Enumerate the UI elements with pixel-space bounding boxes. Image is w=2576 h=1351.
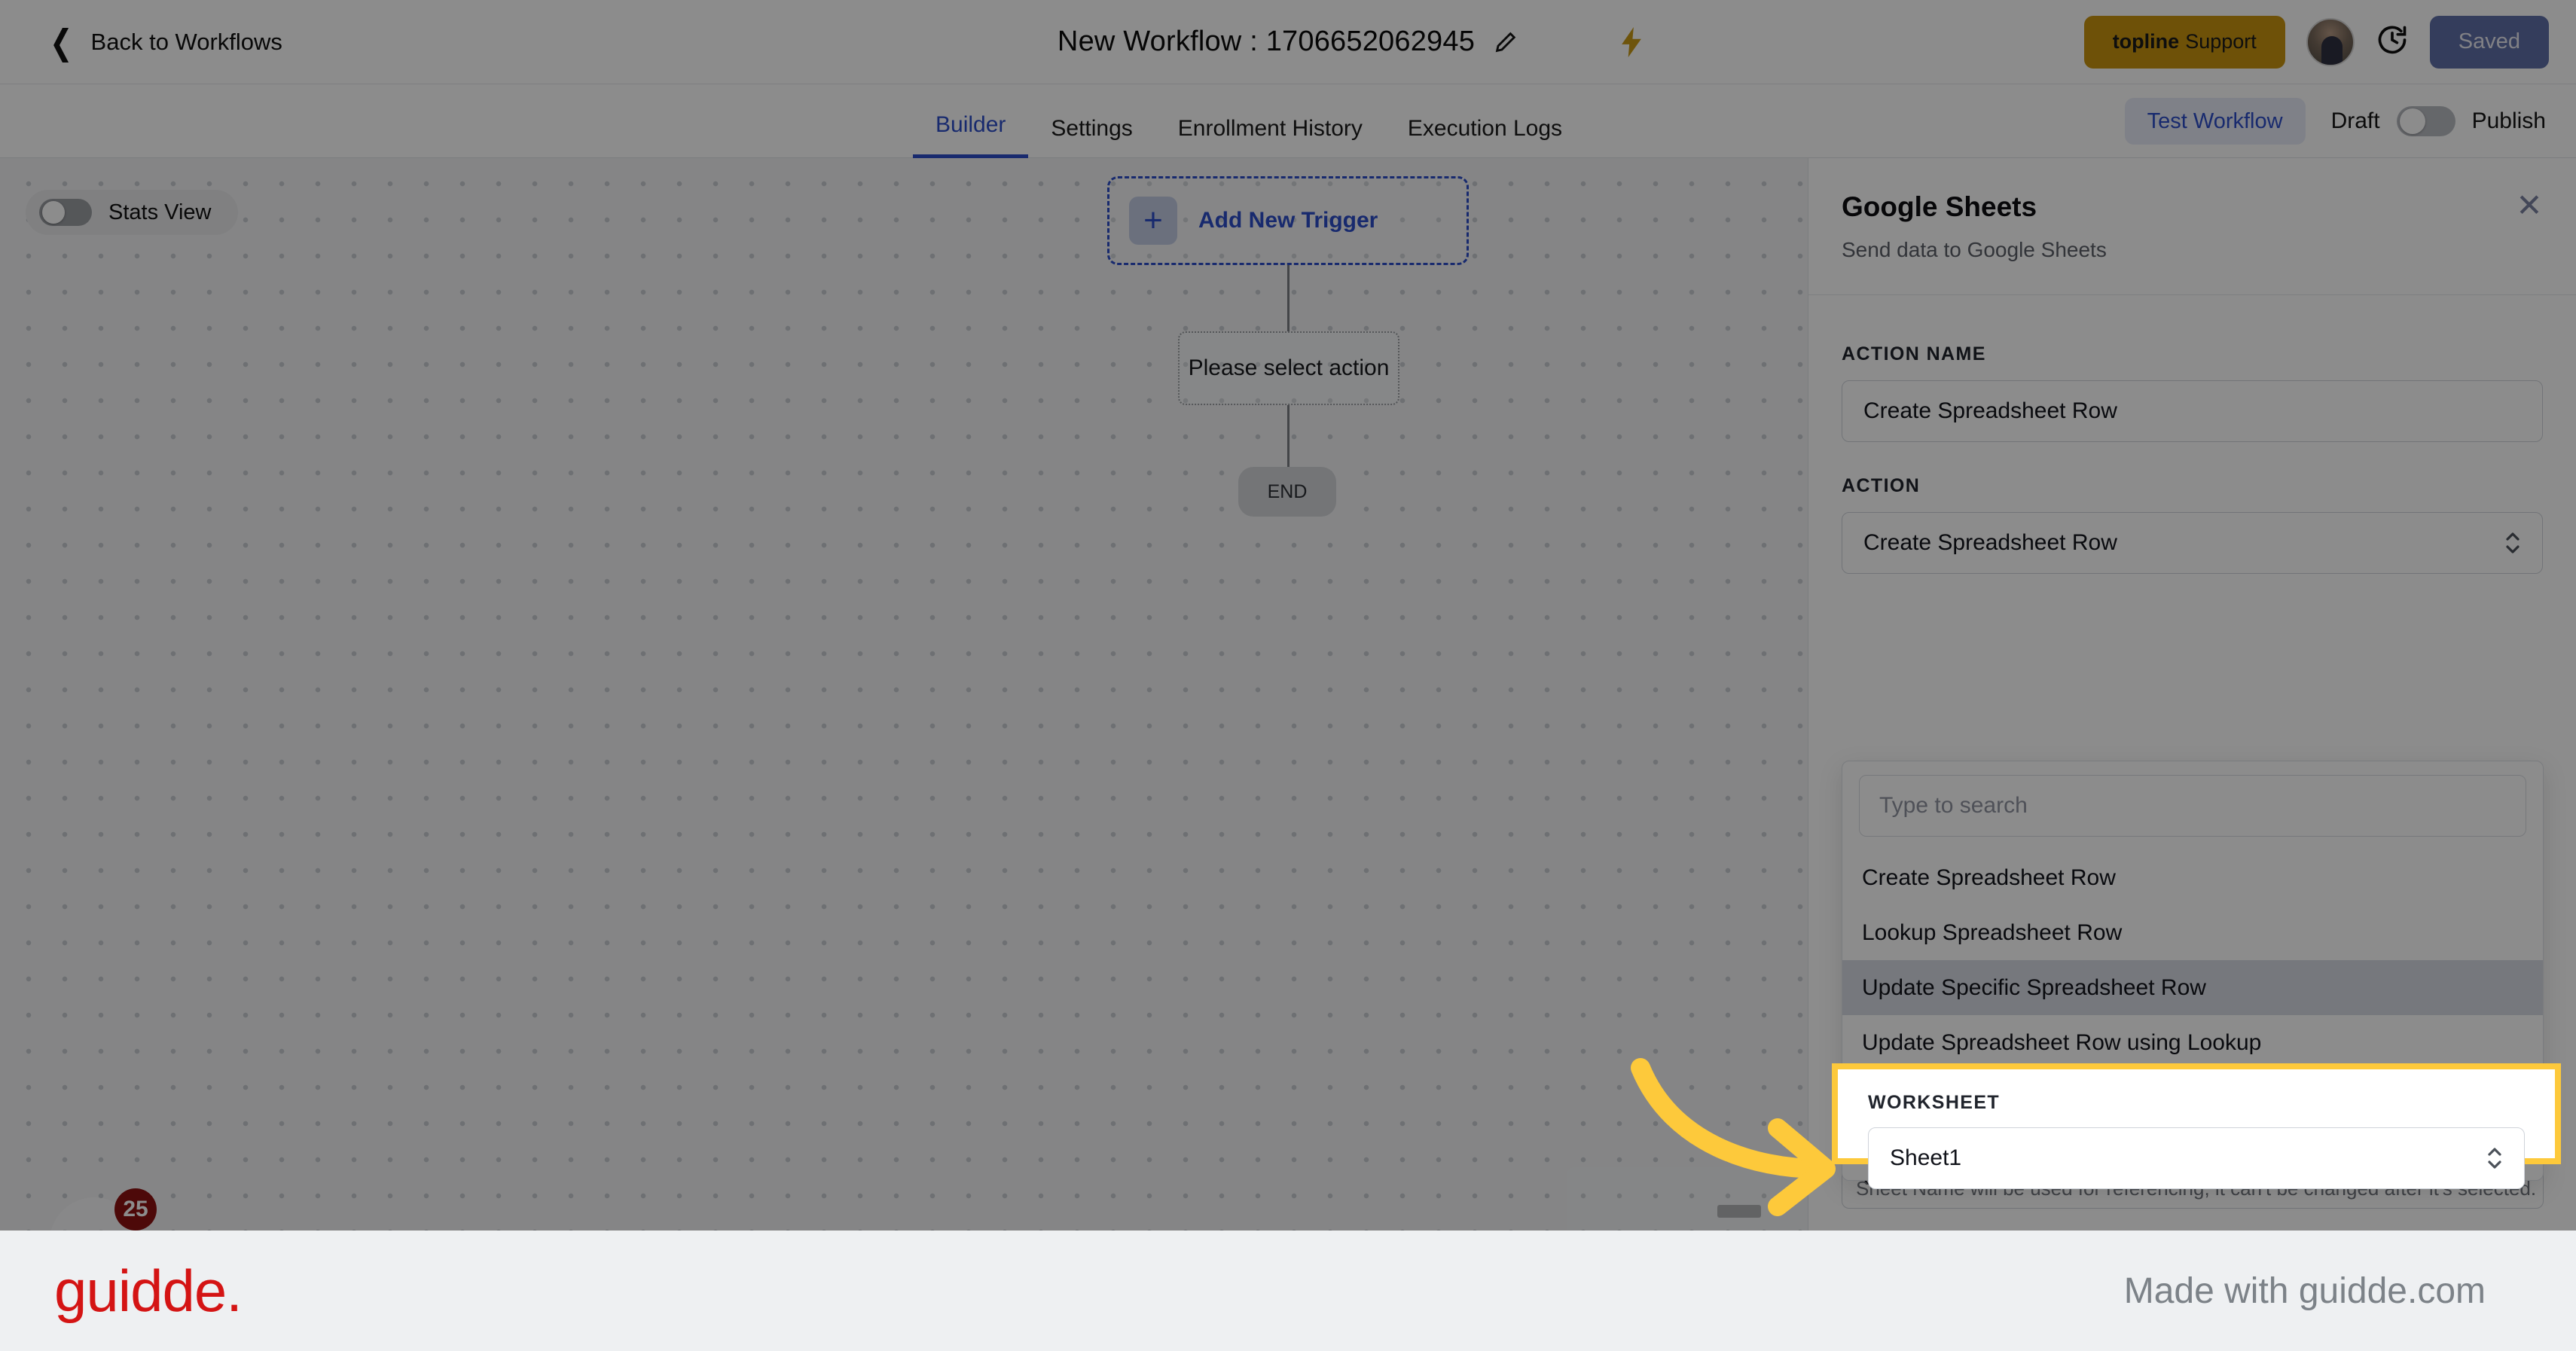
action-name-input[interactable]: Create Spreadsheet Row bbox=[1842, 380, 2543, 442]
saved-button[interactable]: Saved bbox=[2429, 15, 2549, 69]
page-title: New Workflow : 1706652062945 bbox=[1057, 26, 1476, 57]
workflow-builder-app: ❮ Back to Workflows New Workflow : 17066… bbox=[0, 0, 2576, 1351]
tab-list: Builder Settings Enrollment History Exec… bbox=[913, 84, 1585, 158]
draft-publish-group: Draft Publish bbox=[2331, 106, 2546, 136]
draft-label: Draft bbox=[2330, 108, 2380, 133]
dropdown-search-field[interactable] bbox=[1859, 775, 2526, 837]
dropdown-item-update-spreadsheet-row-using-lookup[interactable]: Update Spreadsheet Row using Lookup bbox=[1842, 1015, 2543, 1070]
guidde-badge-count: 25 bbox=[114, 1188, 157, 1231]
connector-line-bottom bbox=[1287, 405, 1290, 467]
action-select[interactable]: Create Spreadsheet Row bbox=[1842, 512, 2543, 574]
back-to-workflows-button[interactable]: ❮ Back to Workflows bbox=[47, 25, 282, 59]
top-bar-actions: topline Support Saved bbox=[2083, 15, 2549, 69]
guidde-footer: guidde. Made with guidde.com bbox=[0, 1231, 2576, 1351]
guidde-logo: guidde. bbox=[54, 1257, 243, 1324]
stats-toggle-knob bbox=[42, 201, 65, 224]
dropdown-item-create-spreadsheet-row[interactable]: Create Spreadsheet Row bbox=[1842, 850, 2543, 905]
end-node-label: END bbox=[1267, 480, 1308, 502]
publish-label: Publish bbox=[2471, 108, 2546, 133]
panel-subtitle: Send data to Google Sheets bbox=[1842, 238, 2107, 261]
select-action-label: Please select action bbox=[1188, 355, 1390, 380]
topline-support-badge[interactable]: topline Support bbox=[2083, 15, 2285, 69]
action-name-field-group: ACTION NAME Create Spreadsheet Row bbox=[1808, 343, 2576, 442]
dropdown-item-lookup-spreadsheet-row[interactable]: Lookup Spreadsheet Row bbox=[1842, 905, 2543, 960]
action-select-value: Create Spreadsheet Row bbox=[1863, 530, 2117, 555]
back-to-workflows-label: Back to Workflows bbox=[90, 28, 282, 55]
tab-builder[interactable]: Builder bbox=[913, 112, 1029, 158]
pencil-icon[interactable] bbox=[1493, 29, 1518, 55]
add-new-trigger-label: Add New Trigger bbox=[1198, 208, 1378, 233]
avatar[interactable] bbox=[2306, 17, 2355, 66]
top-bar: ❮ Back to Workflows New Workflow : 17066… bbox=[0, 0, 2576, 84]
workflow-title-group: New Workflow : 1706652062945 bbox=[1058, 26, 1518, 58]
close-icon[interactable]: ✕ bbox=[2513, 190, 2546, 223]
panel-header: Google Sheets Send data to Google Sheets… bbox=[1808, 158, 2576, 295]
select-action-node[interactable]: Please select action bbox=[1178, 331, 1399, 405]
publish-toggle[interactable] bbox=[2396, 106, 2455, 136]
dropdown-item-update-specific-spreadsheet-row[interactable]: Update Specific Spreadsheet Row bbox=[1842, 960, 2543, 1015]
worksheet-select-value: Sheet1 bbox=[1890, 1145, 1962, 1170]
panel-title: Google Sheets bbox=[1842, 191, 2037, 222]
worksheet-spotlight-highlight: WORKSHEET Sheet1 bbox=[1832, 1063, 2561, 1189]
background-card-bar-primary bbox=[1717, 1205, 1761, 1218]
chevron-left-icon: ❮ bbox=[49, 22, 73, 62]
action-label: ACTION bbox=[1842, 475, 1921, 496]
tab-bar-actions: Test Workflow Draft Publish bbox=[2124, 98, 2546, 145]
support-badge-label: Support bbox=[2185, 30, 2257, 53]
chevron-updown-icon bbox=[2485, 1143, 2504, 1173]
connector-line-top bbox=[1287, 265, 1290, 331]
chevron-updown-icon bbox=[2503, 528, 2523, 558]
plus-icon: + bbox=[1129, 197, 1177, 245]
action-name-label: ACTION NAME bbox=[1842, 343, 1986, 364]
workflow-canvas[interactable]: Stats View + Add New Trigger Please sele… bbox=[0, 158, 1808, 1351]
tab-settings[interactable]: Settings bbox=[1028, 116, 1155, 158]
tab-execution-logs[interactable]: Execution Logs bbox=[1385, 116, 1585, 158]
clock-history-icon[interactable] bbox=[2376, 23, 2409, 60]
action-field-group: ACTION Create Spreadsheet Row bbox=[1808, 475, 2576, 574]
end-node[interactable]: END bbox=[1238, 467, 1336, 517]
toggle-knob bbox=[2399, 108, 2425, 134]
stats-view-label: Stats View bbox=[108, 200, 212, 224]
tab-bar: Builder Settings Enrollment History Exec… bbox=[0, 84, 2576, 158]
search-input[interactable] bbox=[1879, 793, 2506, 819]
worksheet-label: WORKSHEET bbox=[1868, 1092, 2001, 1113]
tab-enrollment-history[interactable]: Enrollment History bbox=[1155, 116, 1385, 158]
add-new-trigger-node[interactable]: + Add New Trigger bbox=[1107, 176, 1469, 265]
lightning-bolt-icon[interactable] bbox=[1618, 26, 1645, 57]
test-workflow-button[interactable]: Test Workflow bbox=[2124, 98, 2306, 145]
worksheet-select[interactable]: Sheet1 bbox=[1868, 1127, 2525, 1189]
made-with-guidde-label: Made with guidde.com bbox=[2123, 1270, 2486, 1311]
support-badge-brand: topline bbox=[2112, 30, 2180, 53]
stats-view-toggle[interactable]: Stats View bbox=[26, 190, 239, 235]
stats-view-switch[interactable] bbox=[39, 199, 92, 226]
